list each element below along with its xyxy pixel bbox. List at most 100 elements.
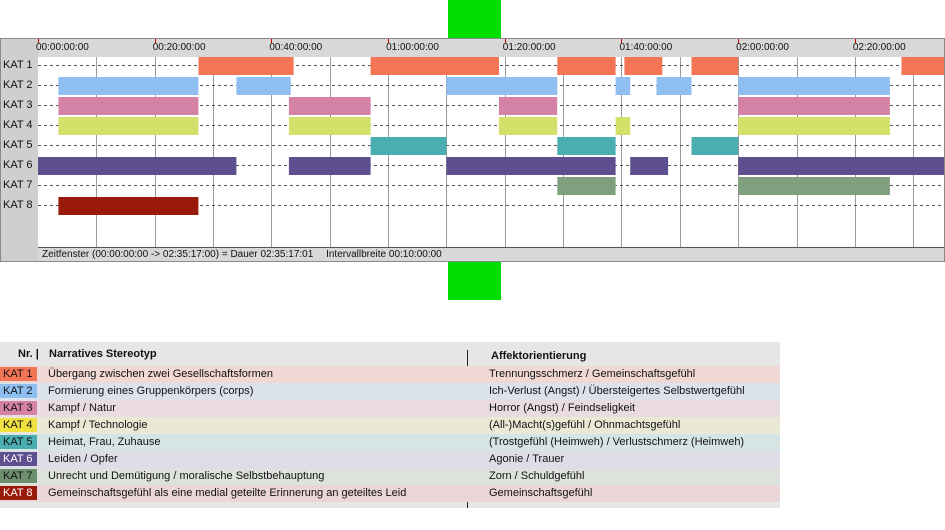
tick-label: 01:20:00:00 — [502, 42, 556, 53]
segment-kat-6[interactable] — [630, 157, 669, 175]
legend-stereotyp: Übergang zwischen zwei Gesellschaftsform… — [48, 368, 273, 380]
segment-kat-2[interactable] — [615, 77, 631, 95]
segment-kat-4[interactable] — [615, 117, 631, 135]
segment-kat-2[interactable] — [656, 77, 692, 95]
status-interval: Intervallbreite 00:10:00:00 — [326, 249, 442, 260]
timeline-panel: 00:00:00:00 00:20:00:00 00:40:00:00 01:00:0… — [0, 38, 945, 262]
kat-badge: KAT 7 — [0, 469, 37, 483]
segment-kat-7[interactable] — [557, 177, 616, 195]
legend-stereotyp: Gemeinschaftsgefühl als eine medial gete… — [48, 487, 407, 499]
legend-row: KAT 1 Übergang zwischen zwei Gesellschaft… — [0, 366, 780, 383]
segment-kat-4[interactable] — [738, 117, 890, 135]
segment-kat-2[interactable] — [738, 77, 890, 95]
segment-kat-3[interactable] — [738, 97, 890, 115]
segment-kat-2[interactable] — [236, 77, 291, 95]
legend-stereotyp: Unrecht und Demütigung / moralische Selb… — [48, 470, 325, 482]
row-labels: KAT 1 KAT 2 KAT 3 KAT 4 KAT 5 KAT 6 KAT 7 KAT 8 — [1, 57, 38, 247]
segment-kat-6[interactable] — [288, 157, 371, 175]
segment-kat-1[interactable] — [557, 57, 616, 75]
segment-kat-7[interactable] — [738, 177, 890, 195]
row-label: KAT 4 — [3, 119, 33, 131]
segment-kat-2[interactable] — [58, 77, 199, 95]
legend-affekt: Trennungsschmerz / Gemeinschaftsgefühl — [489, 368, 696, 380]
segment-kat-3[interactable] — [498, 97, 558, 115]
row-label: KAT 7 — [3, 179, 33, 191]
legend-stereotyp: Formierung eines Gruppenkörpers (corps) — [48, 385, 254, 397]
kat-badge: KAT 5 — [0, 435, 37, 449]
tick-label: 02:00:00:00 — [736, 42, 789, 53]
tick-label: 01:00:00:00 — [386, 42, 439, 53]
kat-badge: KAT 2 — [0, 384, 37, 398]
legend-row: KAT 5 Heimat, Frau, Zuhause (Trostgefühl (… — [0, 434, 780, 451]
tick-mark — [38, 39, 39, 43]
tick-label: 02:20:00:00 — [852, 42, 906, 53]
tick-mark — [738, 39, 740, 43]
segment-kat-2[interactable] — [446, 77, 558, 95]
status-window: Zeitfenster (00:00:00:00 -> 02:35:17:00)… — [42, 249, 314, 260]
legend-stereotyp: Leiden / Opfer — [48, 453, 118, 465]
segment-kat-6[interactable] — [738, 157, 944, 175]
legend-header-stereotyp: Narratives Stereotyp — [49, 348, 157, 360]
tick-label: 00:40:00:00 — [269, 42, 323, 53]
segment-kat-3[interactable] — [58, 97, 199, 115]
segment-kat-3[interactable] — [288, 97, 371, 115]
legend-header: Nr. | Narratives Stereotyp Affektorienti… — [0, 342, 780, 366]
segment-kat-6[interactable] — [446, 157, 616, 175]
segment-kat-1[interactable] — [198, 57, 294, 75]
tick-mark — [271, 39, 273, 43]
tick-mark — [621, 39, 623, 43]
segment-kat-1[interactable] — [691, 57, 739, 75]
legend-affekt: Zorn / Schuldgefühl — [489, 470, 585, 482]
legend-affekt: (Trostgefühl (Heimweh) / Verlustschmerz … — [489, 436, 745, 448]
segment-kat-4[interactable] — [58, 117, 199, 135]
row-label: KAT 3 — [3, 99, 33, 111]
legend-row: KAT 8 Gemeinschaftsgefühl als eine medial… — [0, 485, 780, 502]
tick-mark — [854, 39, 856, 43]
segment-kat-5[interactable] — [691, 137, 739, 155]
legend-row: KAT 7 Unrecht und Demütigung / moralische… — [0, 468, 780, 485]
segment-kat-4[interactable] — [498, 117, 558, 135]
kat-badge: KAT 8 — [0, 486, 37, 500]
legend-stereotyp: Kampf / Natur — [48, 402, 116, 414]
segment-kat-1[interactable] — [624, 57, 663, 75]
legend-header-nr: Nr. | — [18, 348, 39, 360]
segment-kat-1[interactable] — [901, 57, 945, 75]
row-label: KAT 6 — [3, 159, 33, 171]
tick-label: 00:20:00:00 — [152, 42, 206, 53]
timeline-svg — [38, 57, 944, 247]
green-marker-top — [448, 0, 501, 38]
segment-kat-6[interactable] — [38, 157, 237, 175]
legend-header-affekt: Affektorientierung — [491, 350, 587, 362]
segment-kat-5[interactable] — [557, 137, 616, 155]
legend-affekt: Gemeinschaftsgefühl — [489, 487, 593, 499]
legend-affekt: (All-)Macht(s)gefühl / Ohnmachtsgefühl — [489, 419, 681, 431]
legend-row: KAT 3 Kampf / Natur Horror (Angst) / Feind… — [0, 400, 780, 417]
tick-mark — [154, 39, 156, 43]
legend-stereotyp: Heimat, Frau, Zuhause — [48, 436, 161, 448]
segment-kat-1[interactable] — [370, 57, 499, 75]
kat-badge: KAT 1 — [0, 367, 37, 381]
row-label: KAT 1 — [3, 59, 33, 71]
time-ruler[interactable]: 00:00:00:00 00:20:00:00 00:40:00:00 01:00:0… — [36, 39, 944, 58]
segment-kat-4[interactable] — [288, 117, 371, 135]
legend-affekt: Agonie / Trauer — [489, 453, 565, 465]
legend-row: KAT 2 Formierung eines Gruppenkörpers (co… — [0, 383, 780, 400]
kat-badge: KAT 4 — [0, 418, 37, 432]
legend-stereotyp: Kampf / Technologie — [48, 419, 148, 431]
kat-badge: KAT 3 — [0, 401, 37, 415]
tick-mark — [504, 39, 506, 43]
row-label: KAT 2 — [3, 79, 33, 91]
tick-label: 00:00:00:00 — [36, 42, 89, 53]
legend-affekt: Ich-Verlust (Angst) / Übersteigertes Sel… — [489, 385, 745, 397]
timeline-plot[interactable] — [38, 57, 944, 247]
legend-table: Nr. | Narratives Stereotyp Affektorienti… — [0, 342, 780, 508]
status-bar: Zeitfenster (00:00:00:00 -> 02:35:17:00)… — [38, 247, 944, 261]
segment-kat-5[interactable] — [370, 137, 447, 155]
tick-mark — [388, 39, 390, 43]
segment-kat-8[interactable] — [58, 197, 199, 215]
green-marker-bottom — [448, 262, 501, 300]
tick-label: 01:40:00:00 — [619, 42, 673, 53]
row-label: KAT 5 — [3, 139, 33, 151]
kat-badge: KAT 6 — [0, 452, 37, 466]
legend-row: KAT 6 Leiden / Opfer Agonie / Trauer — [0, 451, 780, 468]
